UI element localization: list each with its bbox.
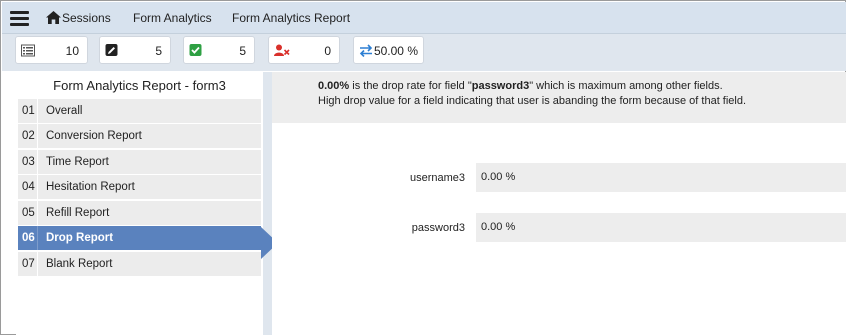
drop-report-content: 0.00% is the drop rate for field "passwo…	[272, 72, 846, 335]
menu-item-number: 06	[18, 226, 38, 250]
menu-item-number: 05	[18, 201, 38, 225]
drop-summary-text: is the drop rate for field "	[349, 80, 472, 92]
stat-conversion-rate-value: 50.00 %	[373, 44, 418, 58]
drop-max-field: password3	[471, 80, 530, 92]
menu-item-number: 01	[18, 99, 38, 123]
stat-total: 10	[15, 36, 88, 64]
drop-summary-box: 0.00% is the drop rate for field "passwo…	[272, 72, 846, 123]
menu-item-label: Drop Report	[46, 232, 114, 244]
nav-sessions[interactable]: Sessions	[62, 11, 111, 25]
hamburger-menu-icon[interactable]	[10, 11, 29, 26]
stat-completed-value: 5	[239, 44, 246, 58]
menu-item-conversion-report[interactable]: 02 Conversion Report	[18, 124, 261, 148]
stat-completed: 5	[183, 36, 255, 64]
field-name-password3: password3	[411, 222, 465, 234]
menu-item-label: Hesitation Report	[46, 181, 135, 193]
app-frame: Sessions Form Analytics Form Analytics R…	[0, 0, 846, 335]
user-remove-icon	[274, 44, 290, 56]
report-title: Form Analytics Report - form3	[53, 78, 226, 93]
nav-form-analytics-report[interactable]: Form Analytics Report	[232, 11, 350, 25]
stats-bar: 10 5 5 0 50.00 %	[2, 34, 846, 71]
transfer-arrows-icon	[359, 44, 373, 57]
drop-summary-text-end: " which is maximum among other fields.	[529, 80, 723, 92]
home-icon[interactable]	[46, 11, 61, 24]
menu-item-label: Conversion Report	[46, 130, 142, 142]
list-icon	[21, 44, 35, 57]
panel-divider	[263, 72, 272, 335]
stat-edited: 5	[99, 36, 171, 64]
field-value-username3: 0.00 %	[476, 163, 846, 192]
menu-item-drop-report[interactable]: 06 Drop Report	[18, 226, 261, 250]
top-nav: Sessions Form Analytics Form Analytics R…	[2, 2, 846, 34]
menu-item-overall[interactable]: 01 Overall	[18, 99, 261, 123]
menu-item-number: 02	[18, 124, 38, 148]
menu-item-number: 07	[18, 252, 38, 276]
drop-rate-value: 0.00%	[318, 80, 350, 92]
stat-conversion-rate: 50.00 %	[353, 36, 424, 64]
menu-item-refill-report[interactable]: 05 Refill Report	[18, 201, 261, 225]
stat-edited-value: 5	[155, 44, 162, 58]
report-menu-panel: Form Analytics Report - form3 01 Overall…	[16, 72, 263, 335]
menu-item-time-report[interactable]: 03 Time Report	[18, 150, 261, 174]
drop-summary-line2: High drop value for a field indicating t…	[318, 95, 747, 107]
field-value-password3: 0.00 %	[476, 213, 846, 242]
stat-dropped-value: 0	[324, 44, 331, 58]
menu-item-label: Time Report	[46, 156, 109, 168]
drop-summary-line1: 0.00% is the drop rate for field "passwo…	[318, 80, 723, 92]
edit-icon	[105, 44, 118, 56]
menu-item-label: Overall	[46, 105, 83, 117]
menu-item-label: Blank Report	[46, 258, 113, 270]
field-name-username3: username3	[409, 172, 465, 184]
menu-item-number: 04	[18, 175, 38, 199]
menu-item-hesitation-report[interactable]: 04 Hesitation Report	[18, 175, 261, 199]
menu-item-number: 03	[18, 150, 38, 174]
menu-item-blank-report[interactable]: 07 Blank Report	[18, 252, 261, 276]
check-icon	[189, 44, 202, 56]
stat-total-value: 10	[65, 44, 79, 58]
stat-dropped: 0	[268, 36, 340, 64]
nav-form-analytics[interactable]: Form Analytics	[133, 11, 212, 25]
menu-item-label: Refill Report	[46, 207, 110, 219]
